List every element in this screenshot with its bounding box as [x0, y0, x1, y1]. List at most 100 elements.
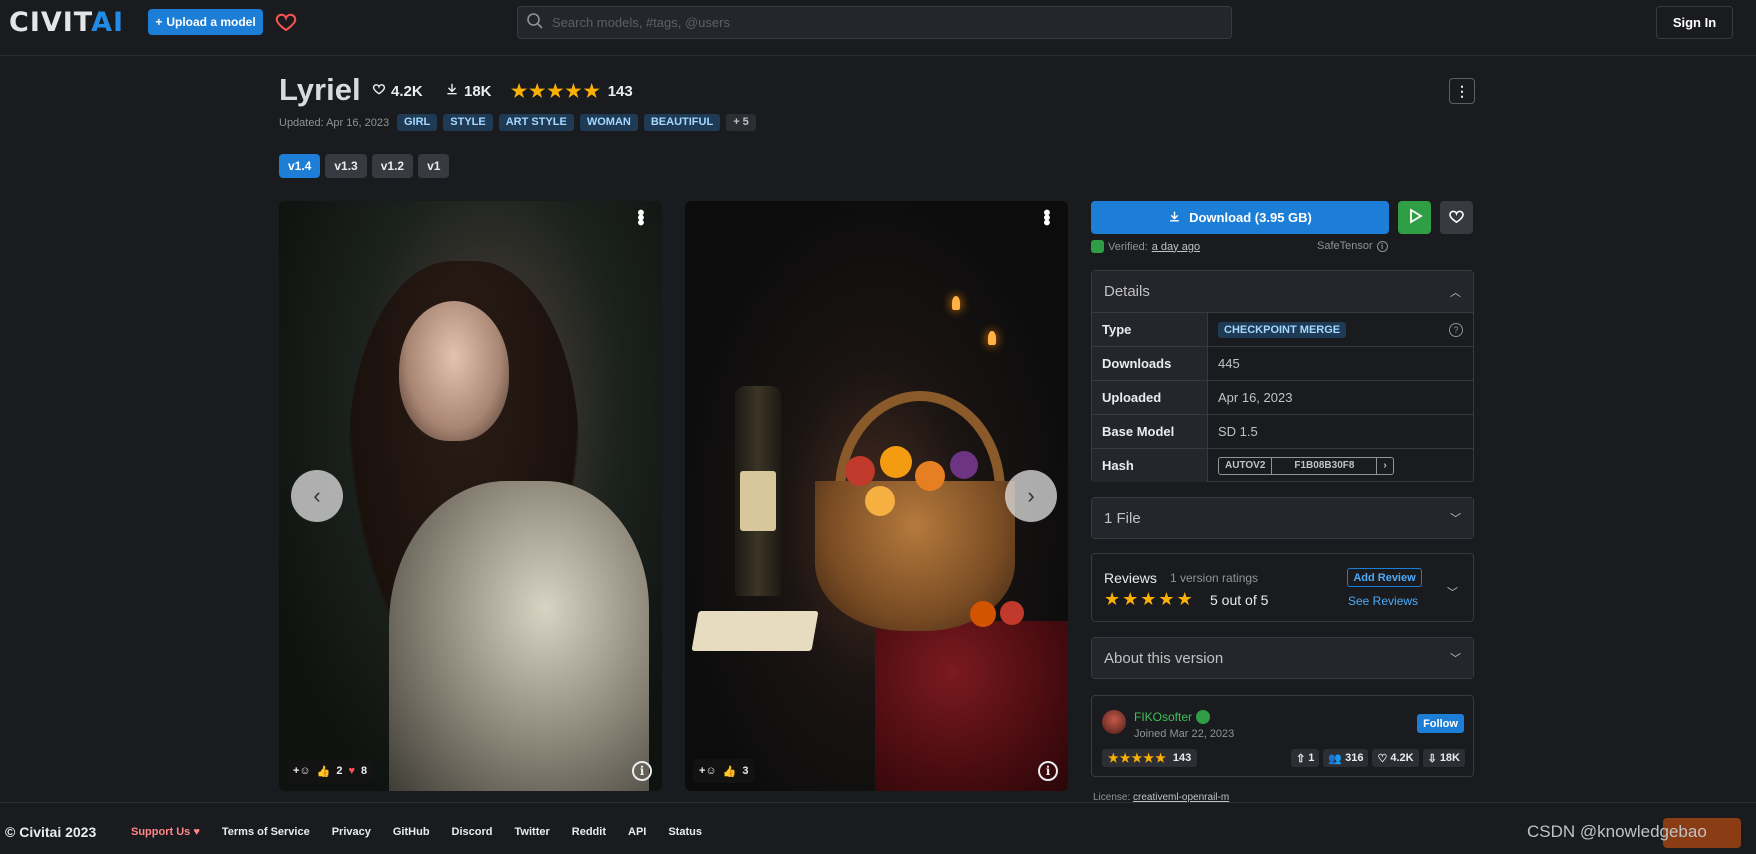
star-icon: ★: [1119, 751, 1131, 765]
info-icon[interactable]: i: [632, 761, 652, 781]
chevron-down-icon: ﹀: [1450, 653, 1461, 665]
follow-button[interactable]: Follow: [1417, 714, 1464, 733]
image-content: [970, 601, 996, 627]
footer-link-reddit[interactable]: Reddit: [572, 826, 606, 838]
tag[interactable]: GIRL: [397, 114, 438, 131]
review-score: 5 out of 5: [1210, 592, 1269, 608]
heart-reaction-icon[interactable]: ♥: [348, 765, 355, 777]
creator-card: FIKOsofter Joined Mar 22, 2023 Follow ★ …: [1091, 695, 1474, 777]
footer-link-twitter[interactable]: Twitter: [515, 826, 550, 838]
play-icon: [1407, 208, 1423, 227]
tag[interactable]: ART STYLE: [498, 114, 574, 131]
star-icon: ★: [1131, 751, 1143, 765]
star-icon: ★: [1176, 589, 1193, 609]
download-button[interactable]: Download (3.95 GB): [1091, 201, 1389, 234]
chevron-down-icon[interactable]: ﹀: [1447, 584, 1458, 600]
chevron-up-icon: ︿: [1450, 286, 1461, 299]
footer-link-discord[interactable]: Discord: [452, 826, 493, 838]
reaction-bar[interactable]: +☺ 👍 2 ♥ 8: [287, 759, 374, 783]
more-options-button[interactable]: ⋮: [1449, 78, 1475, 104]
heart-outline-icon: [372, 82, 386, 100]
star-icon: ★: [1104, 589, 1121, 609]
heart-outline-icon: ♡: [1377, 752, 1388, 765]
hash-value[interactable]: F1B08B30F8: [1271, 457, 1378, 474]
reviews-panel: Reviews 1 version ratings ★ ★ ★ ★ ★ 5 ou…: [1091, 553, 1474, 622]
star-icon: ★: [1155, 751, 1166, 765]
thumbs-up-icon[interactable]: 👍: [723, 765, 737, 778]
info-icon[interactable]: i: [1038, 761, 1058, 781]
detail-row-hash: Hash AUTOV2 F1B08B30F8 ›: [1092, 448, 1473, 482]
image-content: [988, 331, 996, 345]
search-input[interactable]: [552, 15, 1192, 30]
help-icon[interactable]: ?: [1449, 322, 1463, 337]
footer-link-terms[interactable]: Terms of Service: [222, 826, 310, 838]
file-format: SafeTensor i: [1317, 240, 1388, 252]
run-model-button[interactable]: [1398, 201, 1431, 234]
tag-list: GIRL STYLE ART STYLE WOMAN BEAUTIFUL + 5: [397, 114, 756, 131]
creator-name[interactable]: FIKOsofter: [1134, 710, 1211, 724]
reviews-title: Reviews: [1104, 570, 1157, 586]
creator-joined: Joined Mar 22, 2023: [1134, 728, 1235, 740]
favorite-button[interactable]: [1440, 201, 1473, 234]
files-panel[interactable]: 1 File ﹀: [1091, 497, 1474, 539]
downloads-stat: 18K: [445, 82, 492, 100]
avatar[interactable]: [1102, 710, 1126, 734]
see-reviews-link[interactable]: See Reviews: [1348, 594, 1418, 608]
copyright: © Civitai 2023: [5, 824, 97, 840]
version-tab-v1-2[interactable]: v1.2: [371, 154, 414, 178]
image-menu-icon[interactable]: •••: [1035, 209, 1057, 224]
footer-link-status[interactable]: Status: [668, 826, 702, 838]
search-bar[interactable]: [517, 6, 1232, 39]
star-icon: ★: [1108, 751, 1119, 765]
tag[interactable]: STYLE: [443, 114, 493, 131]
footer-link-github[interactable]: GitHub: [393, 826, 430, 838]
chevron-right-icon[interactable]: ›: [1377, 458, 1392, 474]
version-tab-v1-4[interactable]: v1.4: [279, 154, 321, 178]
civitai-logo[interactable]: CIVITAI: [9, 8, 124, 38]
details-panel: Details ︿ Type CHECKPOINT MERGE? Downloa…: [1091, 270, 1474, 482]
image-menu-icon[interactable]: •••: [629, 209, 651, 224]
rating-stat[interactable]: ★ ★ ★ ★ ★ 143: [511, 82, 633, 100]
footer-link-api[interactable]: API: [628, 826, 646, 838]
hash-copy-box[interactable]: AUTOV2 F1B08B30F8 ›: [1218, 456, 1394, 475]
version-tab-v1-3[interactable]: v1.3: [325, 154, 367, 178]
vertical-dots-icon: ⋮: [1455, 82, 1469, 99]
star-icon: ★: [583, 81, 600, 101]
download-icon: [445, 82, 459, 100]
footer-link-privacy[interactable]: Privacy: [332, 826, 371, 838]
add-review-button[interactable]: Add Review: [1347, 568, 1422, 587]
add-reaction-icon[interactable]: +☺: [699, 765, 717, 777]
add-reaction-icon[interactable]: +☺: [293, 765, 311, 777]
sign-in-button[interactable]: Sign In: [1656, 6, 1733, 39]
previous-image-button[interactable]: ‹: [291, 470, 343, 522]
image-content: [389, 481, 649, 791]
details-header[interactable]: Details ︿: [1092, 271, 1473, 312]
more-tags-button[interactable]: + 5: [726, 114, 756, 131]
footer-link-support[interactable]: Support Us ♥: [131, 826, 200, 838]
users-icon: 👥: [1328, 752, 1343, 765]
hash-algo-toggle[interactable]: AUTOV2: [1219, 458, 1271, 474]
star-icon: ★: [1158, 589, 1175, 609]
image-content: [915, 461, 945, 491]
version-tab-v1[interactable]: v1: [418, 154, 450, 178]
image-content: [740, 471, 776, 531]
reaction-bar[interactable]: +☺ 👍 3: [693, 759, 755, 783]
upload-model-button[interactable]: + Upload a model: [148, 9, 263, 35]
image-content: [845, 456, 875, 486]
followers-stat: 👥 316: [1323, 749, 1369, 767]
thumbs-up-icon[interactable]: 👍: [317, 765, 331, 778]
info-icon[interactable]: i: [1376, 240, 1388, 252]
upload-icon: ⇧: [1296, 752, 1306, 765]
tag[interactable]: WOMAN: [579, 114, 638, 131]
image-content: [880, 446, 912, 478]
verified-time-link[interactable]: a day ago: [1152, 241, 1200, 253]
about-version-panel[interactable]: About this version ﹀: [1091, 637, 1474, 679]
creator-rating: ★ ★ ★ ★ ★ 143: [1102, 749, 1198, 767]
star-icon: ★: [1122, 589, 1139, 609]
tag[interactable]: BEAUTIFUL: [643, 114, 721, 131]
heart-outline-icon: [1448, 208, 1465, 228]
detail-row-type: Type CHECKPOINT MERGE?: [1092, 312, 1473, 346]
next-image-button[interactable]: ›: [1005, 470, 1057, 522]
heart-icon[interactable]: [274, 10, 298, 34]
likes-stat: ♡ 4.2K: [1372, 749, 1419, 767]
